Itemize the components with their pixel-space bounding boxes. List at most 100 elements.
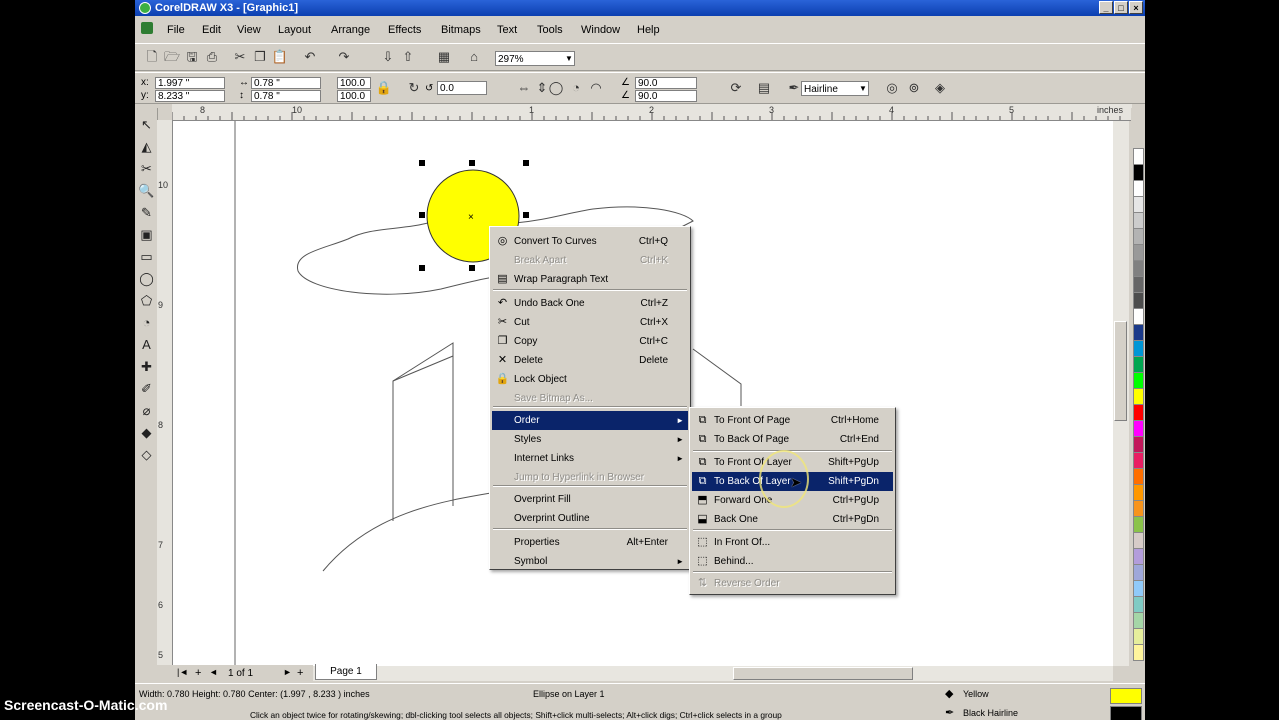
text-tool-icon[interactable]: A bbox=[138, 336, 155, 353]
palette-swatch[interactable] bbox=[1133, 404, 1144, 421]
menu-file[interactable]: File bbox=[167, 24, 185, 36]
maximize-button[interactable]: □ bbox=[1114, 1, 1128, 14]
palette-swatch[interactable] bbox=[1133, 356, 1144, 373]
zoom-level-field[interactable]: 297% bbox=[495, 51, 575, 66]
horizontal-ruler[interactable]: 8 10 1 2 3 4 5 inches bbox=[172, 104, 1132, 121]
end-angle-field[interactable]: 90.0 bbox=[635, 90, 697, 102]
fill-swatch[interactable] bbox=[1110, 688, 1142, 704]
y-position-field[interactable]: 8.233 " bbox=[155, 90, 225, 102]
save-icon[interactable]: 🖫 bbox=[183, 48, 201, 66]
prev-page-icon[interactable]: ◄ bbox=[209, 667, 218, 677]
vertical-scroll-thumb[interactable] bbox=[1114, 321, 1127, 421]
basic-shapes-icon[interactable]: ◔ bbox=[138, 314, 155, 331]
menu-item-wrap-paragraph-text[interactable]: ▤ Wrap Paragraph Text bbox=[492, 270, 688, 289]
hill-curve[interactable] bbox=[322, 490, 504, 572]
export-icon[interactable]: ⇧ bbox=[399, 48, 417, 66]
menu-item-undo-back-one[interactable]: ↶ Undo Back One Ctrl+Z bbox=[492, 294, 688, 313]
palette-swatch[interactable] bbox=[1133, 436, 1144, 453]
vertical-scrollbar[interactable] bbox=[1113, 121, 1129, 666]
palette-swatch[interactable] bbox=[1133, 228, 1144, 245]
menu-item-copy[interactable]: ❐ Copy Ctrl+C bbox=[492, 332, 688, 351]
add-page-icon[interactable]: + bbox=[195, 667, 201, 679]
palette-swatch[interactable] bbox=[1133, 564, 1144, 581]
edit-shape-icon[interactable]: ◈ bbox=[931, 79, 949, 97]
height-field[interactable]: 0.78 " bbox=[251, 90, 321, 102]
horizontal-scroll-thumb[interactable] bbox=[733, 667, 913, 680]
palette-swatch[interactable] bbox=[1133, 580, 1144, 597]
interactive-fill-icon[interactable]: ◇ bbox=[138, 446, 155, 463]
wrap-text-icon[interactable]: ▤ bbox=[755, 79, 773, 97]
palette-swatch[interactable] bbox=[1133, 148, 1144, 165]
menu-item-properties[interactable]: Properties Alt+Enter bbox=[492, 533, 688, 552]
next-page-icon[interactable]: ► bbox=[283, 667, 292, 677]
order-item-to-back-of-page[interactable]: ⧉ To Back Of Page Ctrl+End bbox=[692, 430, 893, 449]
building-left[interactable] bbox=[392, 342, 454, 521]
menu-window[interactable]: Window bbox=[581, 24, 620, 36]
freehand-tool-icon[interactable]: ✎ bbox=[138, 204, 155, 221]
menu-help[interactable]: Help bbox=[637, 24, 660, 36]
new-icon[interactable]: 🗋 bbox=[143, 48, 161, 66]
palette-swatch[interactable] bbox=[1133, 500, 1144, 517]
palette-swatch[interactable] bbox=[1133, 180, 1144, 197]
palette-swatch[interactable] bbox=[1133, 484, 1144, 501]
page-tab[interactable]: Page 1 bbox=[315, 664, 377, 680]
lock-ratio-icon[interactable]: 🔒 bbox=[375, 79, 393, 97]
welcome-icon[interactable]: ⌂ bbox=[465, 48, 483, 66]
close-button[interactable]: × bbox=[1129, 1, 1143, 14]
palette-swatch[interactable] bbox=[1133, 260, 1144, 277]
menu-layout[interactable]: Layout bbox=[278, 24, 311, 36]
palette-swatch[interactable] bbox=[1133, 324, 1144, 341]
palette-swatch[interactable] bbox=[1133, 612, 1144, 629]
pie-mode-icon[interactable]: ◔ bbox=[567, 79, 585, 97]
menu-edit[interactable]: Edit bbox=[202, 24, 221, 36]
menu-item-lock-object[interactable]: 🔒 Lock Object bbox=[492, 370, 688, 389]
direction-icon[interactable]: ⟳ bbox=[727, 79, 745, 97]
outline-dropdown-icon[interactable]: ▼ bbox=[859, 84, 867, 93]
undo-icon[interactable]: ↶ bbox=[301, 48, 319, 66]
menu-effects[interactable]: Effects bbox=[388, 24, 421, 36]
outline-swatch[interactable] bbox=[1110, 706, 1142, 720]
order-item-back-one[interactable]: ⬓ Back One Ctrl+PgDn bbox=[692, 510, 893, 529]
menu-tools[interactable]: Tools bbox=[537, 24, 563, 36]
palette-swatch[interactable] bbox=[1133, 628, 1144, 645]
zoom-dropdown-icon[interactable]: ▼ bbox=[565, 54, 573, 63]
to-curves-icon[interactable]: ◎ bbox=[883, 79, 901, 97]
rotate-icon[interactable]: ↻ bbox=[405, 79, 423, 97]
start-angle-field[interactable]: 90.0 bbox=[635, 77, 697, 89]
interactive-blend-icon[interactable]: ✚ bbox=[138, 358, 155, 375]
palette-swatch[interactable] bbox=[1133, 532, 1144, 549]
x-position-field[interactable]: 1.997 " bbox=[155, 77, 225, 89]
combine-icon[interactable]: ⊚ bbox=[905, 79, 923, 97]
menu-item-overprint-fill[interactable]: Overprint Fill bbox=[492, 490, 688, 509]
order-item-in-front-of[interactable]: ⬚ In Front Of... bbox=[692, 533, 893, 552]
palette-swatch[interactable] bbox=[1133, 340, 1144, 357]
width-field[interactable]: 0.78 " bbox=[251, 77, 321, 89]
menu-arrange[interactable]: Arrange bbox=[331, 24, 370, 36]
smart-fill-icon[interactable]: ▣ bbox=[138, 226, 155, 243]
eyedropper-tool-icon[interactable]: ✐ bbox=[138, 380, 155, 397]
pick-tool-icon[interactable]: ↖ bbox=[138, 116, 155, 133]
add-page-end-icon[interactable]: + bbox=[297, 667, 303, 679]
menu-item-styles[interactable]: Styles ► bbox=[492, 430, 688, 449]
ellipse-mode-icon[interactable]: ◯ bbox=[547, 79, 565, 97]
first-page-icon[interactable]: |◄ bbox=[177, 667, 188, 677]
import-icon[interactable]: ⇩ bbox=[379, 48, 397, 66]
zoom-tool-icon[interactable]: 🔍 bbox=[138, 182, 155, 199]
horizontal-scrollbar[interactable] bbox=[313, 666, 1113, 681]
menu-item-overprint-outline[interactable]: Overprint Outline bbox=[492, 509, 688, 528]
menu-item-cut[interactable]: ✂ Cut Ctrl+X bbox=[492, 313, 688, 332]
minimize-button[interactable]: _ bbox=[1099, 1, 1113, 14]
palette-swatch[interactable] bbox=[1133, 276, 1144, 293]
outline-tool-icon[interactable]: ⌀ bbox=[138, 402, 155, 419]
palette-swatch[interactable] bbox=[1133, 164, 1144, 181]
polygon-tool-icon[interactable]: ⬠ bbox=[138, 292, 155, 309]
print-icon[interactable]: ⎙ bbox=[203, 48, 221, 66]
redo-icon[interactable]: ↷ bbox=[335, 48, 353, 66]
order-item-to-front-of-page[interactable]: ⧉ To Front Of Page Ctrl+Home bbox=[692, 411, 893, 430]
menu-item-symbol[interactable]: Symbol ► bbox=[492, 552, 688, 571]
paste-icon[interactable]: 📋 bbox=[271, 48, 289, 66]
menu-item-internet-links[interactable]: Internet Links ► bbox=[492, 449, 688, 468]
shape-tool-icon[interactable]: ◭ bbox=[138, 138, 155, 155]
building-right[interactable] bbox=[692, 348, 742, 406]
palette-swatch[interactable] bbox=[1133, 196, 1144, 213]
